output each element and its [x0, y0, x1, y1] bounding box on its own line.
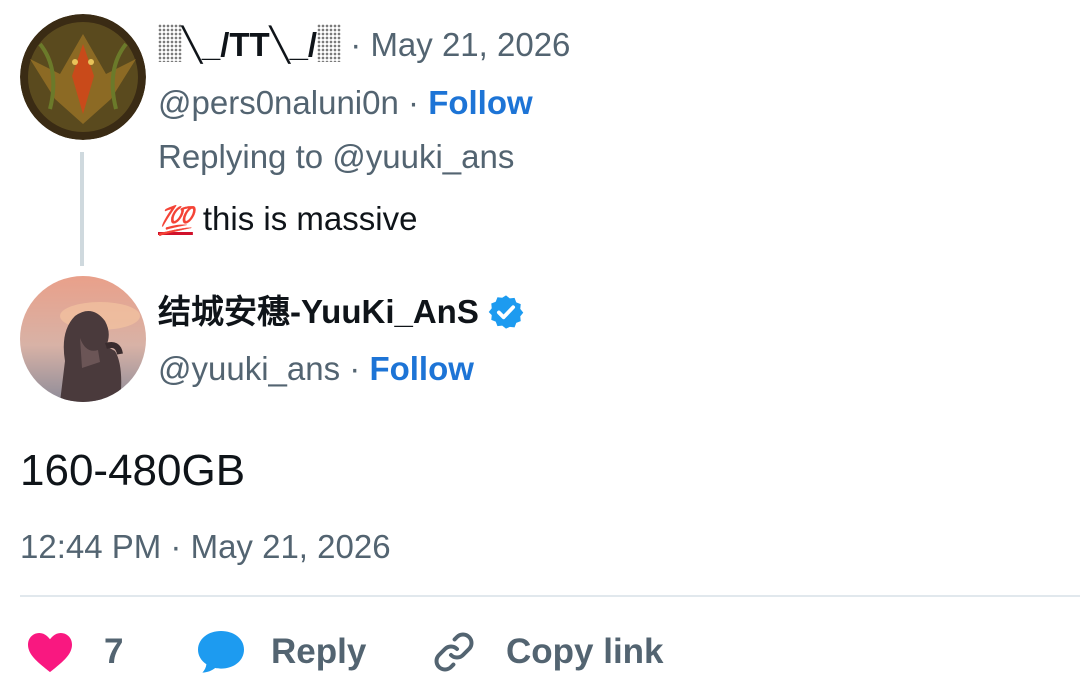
- follow-separator: ·: [349, 350, 361, 387]
- parent-author-row: ╲_/TT╲_/ · May 21, 2026: [158, 24, 570, 65]
- parent-avatar[interactable]: [20, 14, 146, 140]
- parent-handle-row: @pers0naluni0n · Follow: [158, 83, 533, 123]
- date-separator: ·: [350, 26, 362, 63]
- parent-tweet-text: this is massive: [202, 200, 418, 237]
- parent-follow-button[interactable]: Follow: [428, 84, 532, 121]
- main-handle-row: @yuuki_ans · Follow: [158, 349, 474, 389]
- copy-link-label: Copy link: [506, 632, 664, 671]
- main-tweet-text: 160-480GB: [20, 446, 246, 495]
- main-avatar[interactable]: [20, 276, 146, 402]
- divider: [20, 595, 1080, 597]
- verified-badge-icon: [488, 295, 524, 329]
- heart-icon: [28, 633, 72, 672]
- replying-to: Replying to @yuuki_ans: [158, 138, 515, 175]
- main-display-name[interactable]: 结城安穗-YuuKi_AnS: [158, 293, 479, 330]
- parent-tweet-text-row: 💯 this is massive: [158, 199, 417, 241]
- hundred-points-emoji: 💯: [158, 205, 193, 236]
- parent-display-name[interactable]: ╲_/TT╲_/: [182, 26, 317, 63]
- follow-separator: ·: [408, 84, 420, 121]
- main-author-row: 结城安穗-YuuKi_AnS: [158, 292, 525, 332]
- reply-button[interactable]: Reply: [195, 627, 366, 677]
- copy-link-button[interactable]: Copy link: [430, 627, 664, 677]
- main-handle[interactable]: @yuuki_ans: [158, 350, 340, 387]
- reply-bubble-icon: [198, 631, 244, 673]
- link-icon: [434, 632, 474, 672]
- main-follow-button[interactable]: Follow: [369, 350, 473, 387]
- like-button[interactable]: 7: [26, 627, 123, 677]
- parent-date[interactable]: May 21, 2026: [370, 26, 570, 63]
- thread-connector-line: [80, 152, 84, 266]
- reply-label: Reply: [271, 632, 367, 671]
- like-count: 7: [104, 632, 124, 671]
- tweet-timestamp[interactable]: 12:44 PM · May 21, 2026: [20, 527, 391, 567]
- parent-handle[interactable]: @pers0naluni0n: [158, 84, 399, 121]
- decorative-dither-icon: [158, 24, 182, 62]
- decorative-dither-icon: [317, 24, 342, 62]
